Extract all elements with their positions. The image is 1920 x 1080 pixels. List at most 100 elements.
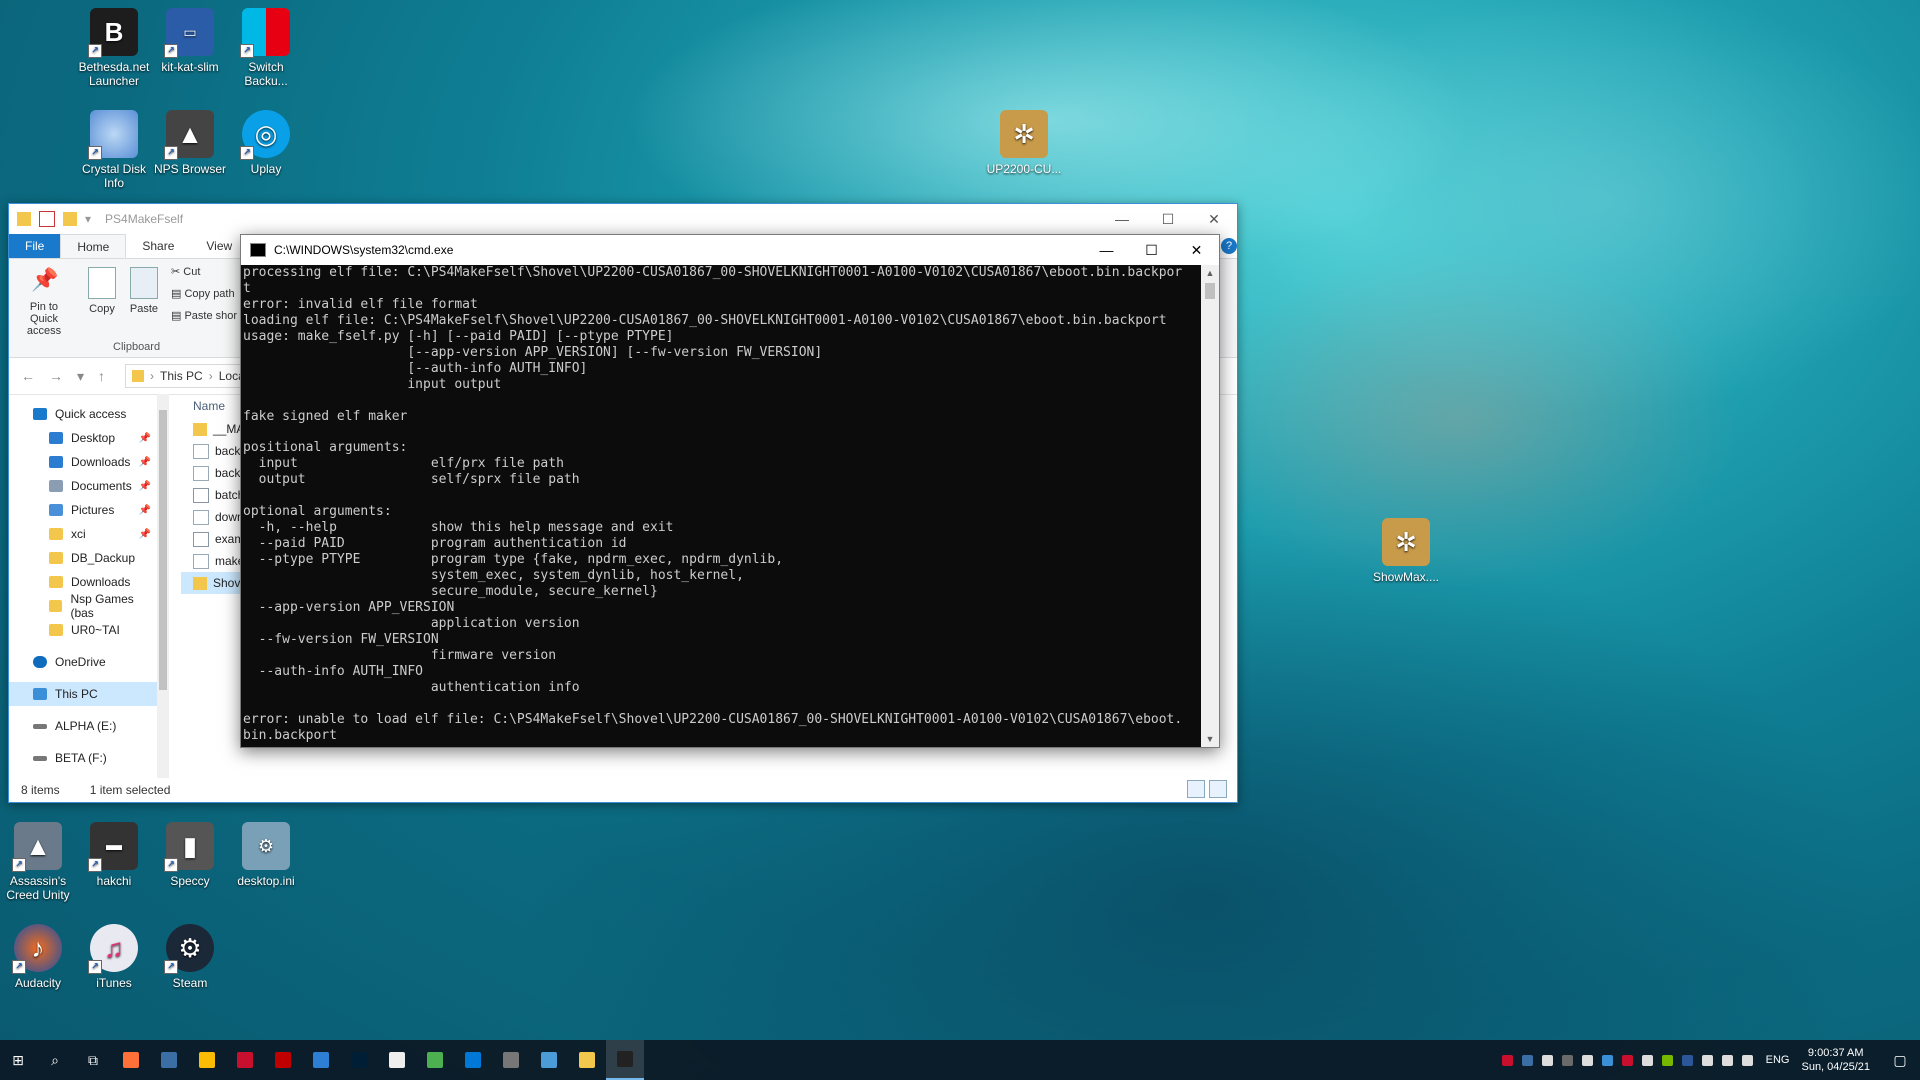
nav-db-dackup[interactable]: DB_Dackup [9,546,157,570]
desktop-icon-assassins-creed[interactable]: ▲ ↗ Assassin's Creed Unity [0,822,76,902]
minimize-button[interactable]: — [1084,235,1129,265]
desktop-icon-kit-kat-slim[interactable]: ▭ ↗ kit-kat-slim [152,8,228,74]
taskbar-app-file-explorer[interactable] [568,1040,606,1080]
tray-item[interactable] [1718,1040,1738,1080]
tab-file[interactable]: File [9,234,61,258]
desktop-icon-audacity[interactable]: ♪ ↗ Audacity [0,924,76,990]
maximize-button[interactable]: ☐ [1129,235,1174,265]
cmd-titlebar[interactable]: C:\WINDOWS\system32\cmd.exe — ☐ ✕ [241,235,1219,265]
taskbar-app-filezilla[interactable] [264,1040,302,1080]
explorer-titlebar[interactable]: ▾ PS4MakeFself — ☐ ✕ [9,204,1237,234]
pin-icon[interactable]: 📌 [139,457,151,468]
desktop-icon-bethesda[interactable]: B ↗ Bethesda.net Launcher [76,8,152,88]
tray-item[interactable] [1538,1040,1558,1080]
copy-path-button[interactable]: ▤ Copy path [171,287,235,300]
nav-onedrive[interactable]: OneDrive [9,650,157,674]
desktop-icon-hakchi[interactable]: ▬ ↗ hakchi [76,822,152,888]
tray-item[interactable] [1498,1040,1518,1080]
pin-icon[interactable]: 📌 [139,433,151,444]
nav-documents[interactable]: Documents 📌 [9,474,157,498]
taskbar-app-window-app[interactable] [302,1040,340,1080]
tray-item[interactable] [1518,1040,1538,1080]
desktop-icon-itunes[interactable]: ♫ ↗ iTunes [76,924,152,990]
desktop-icon-up2200[interactable]: ✲ UP2200-CU... [986,110,1062,176]
desktop-icon-showmax[interactable]: ✲ ShowMax.... [1368,518,1444,584]
tray-item[interactable] [1738,1040,1758,1080]
taskbar-app-msi[interactable] [226,1040,264,1080]
desktop-icon-uplay[interactable]: ◎ ↗ Uplay [228,110,304,176]
customize-toolbar-icon[interactable]: ▾ [85,212,91,226]
tray-item[interactable] [1698,1040,1718,1080]
task-view-button[interactable]: ⧉ [74,1040,112,1080]
pin-icon[interactable]: 📌 [139,505,151,516]
nav-xci[interactable]: xci 📌 [9,522,157,546]
details-view-icon[interactable] [1187,780,1205,798]
cmd-window[interactable]: C:\WINDOWS\system32\cmd.exe — ☐ ✕ proces… [240,234,1220,748]
taskbar-app-xmedia[interactable] [378,1040,416,1080]
paste-button[interactable]: Paste [125,267,163,315]
desktop-icon-switch[interactable]: ↗ Switch Backu... [228,8,304,88]
nav-pictures[interactable]: Pictures 📌 [9,498,157,522]
taskbar-app-calculator[interactable] [492,1040,530,1080]
minimize-button[interactable]: — [1099,204,1145,234]
search-button[interactable]: ⌕ [36,1040,74,1080]
back-arrow-icon[interactable]: ← [21,368,35,384]
tray-item[interactable] [1638,1040,1658,1080]
pin-quick-access-button[interactable]: 📌 Pin to Quick access [15,267,73,337]
nav-alpha-drive[interactable]: ALPHA (E:) [9,714,157,738]
desktop-icon-crystal-disk[interactable]: ↗ Crystal Disk Info [76,110,152,190]
new-folder-icon[interactable] [63,212,77,226]
breadcrumb-this-pc[interactable]: This PC [160,369,203,383]
console-output[interactable]: processing elf file: C:\PS4MakeFself\Sho… [241,265,1201,747]
desktop-icon-nps-browser[interactable]: ▲ ↗ NPS Browser [152,110,228,176]
taskbar-app-cmd[interactable] [606,1040,644,1080]
maximize-button[interactable]: ☐ [1145,204,1191,234]
nav-downloads[interactable]: Downloads 📌 [9,450,157,474]
large-icons-view-icon[interactable] [1209,780,1227,798]
paste-shortcut-button[interactable]: ▤ Paste shor [171,309,237,322]
scroll-thumb[interactable] [159,410,167,690]
tab-home[interactable]: Home [60,234,127,258]
nav-this-pc[interactable]: This PC [9,682,157,706]
nav-beta-drive[interactable]: BETA (F:) [9,746,157,770]
copy-button[interactable]: Copy [85,267,119,315]
nav-downloads-folder[interactable]: Downloads [9,570,157,594]
nav-ur0-tai[interactable]: UR0~TAI [9,618,157,642]
clock[interactable]: 9:00:37 AM Sun, 04/25/21 [1801,1046,1870,1074]
up-arrow-icon[interactable]: ↑ [98,368,105,384]
tray-item[interactable] [1558,1040,1578,1080]
close-button[interactable]: ✕ [1191,204,1237,234]
close-button[interactable]: ✕ [1174,235,1219,265]
notification-center-button[interactable]: ▢ [1880,1040,1920,1080]
tray-item[interactable] [1658,1040,1678,1080]
help-icon[interactable]: ? [1221,238,1237,254]
tray-item[interactable] [1578,1040,1598,1080]
nav-quick-access[interactable]: Quick access [9,402,157,426]
tab-share[interactable]: Share [126,234,190,258]
taskbar-app-remote-desktop[interactable] [454,1040,492,1080]
pin-icon[interactable]: 📌 [139,529,151,540]
taskbar-app-firefox[interactable] [112,1040,150,1080]
taskbar-app-photoshop[interactable] [340,1040,378,1080]
tray-item[interactable] [1598,1040,1618,1080]
scroll-down-icon[interactable]: ▼ [1201,731,1219,747]
taskbar-app-chrome[interactable] [188,1040,226,1080]
start-button[interactable]: ⊞ [0,1040,36,1080]
properties-icon[interactable] [39,211,55,227]
taskbar-app-cmd-app[interactable] [150,1040,188,1080]
language-indicator[interactable]: ENG [1766,1054,1790,1066]
desktop-icon-desktop-ini[interactable]: ⚙ desktop.ini [228,822,304,888]
nav-desktop[interactable]: Desktop 📌 [9,426,157,450]
scroll-up-icon[interactable]: ▲ [1201,265,1219,281]
cut-button[interactable]: ✂ Cut [171,265,200,278]
nav-nsp-games[interactable]: Nsp Games (bas [9,592,157,620]
tray-item[interactable] [1678,1040,1698,1080]
pin-icon[interactable]: 📌 [139,481,151,492]
desktop-icon-speccy[interactable]: ▮ ↗ Speccy [152,822,228,888]
tray-item[interactable] [1618,1040,1638,1080]
scroll-thumb[interactable] [1205,283,1215,299]
desktop-icon-steam[interactable]: ⚙ ↗ Steam [152,924,228,990]
forward-arrow-icon[interactable]: → [49,368,63,384]
taskbar-app-monitor[interactable] [530,1040,568,1080]
recent-locations-icon[interactable]: ▾ [77,368,84,385]
